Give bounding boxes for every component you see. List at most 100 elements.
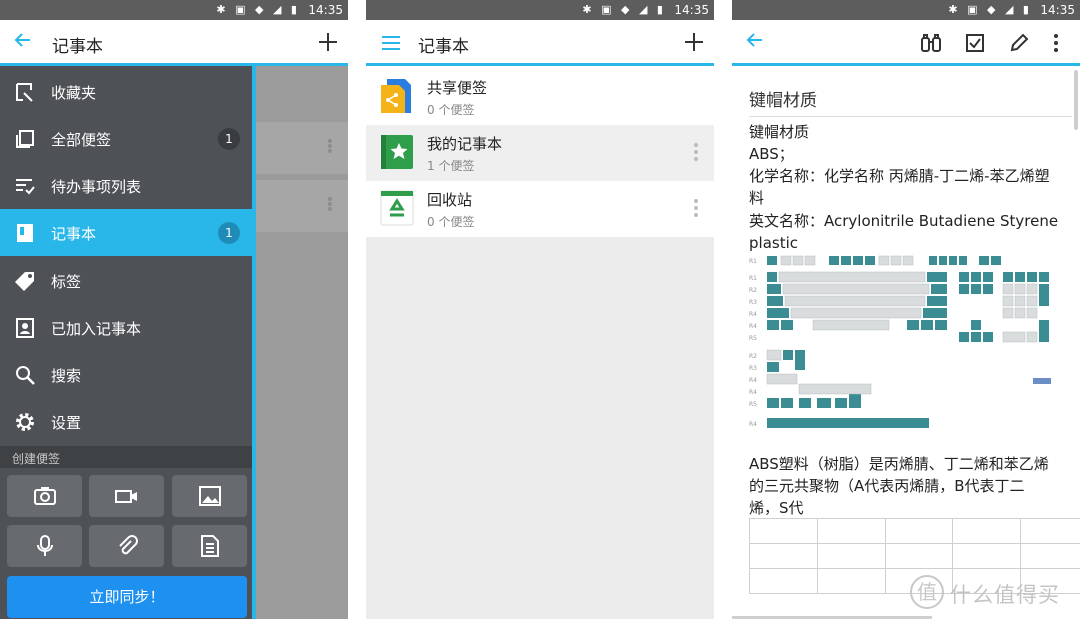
note-text-line: 烯，S代 <box>749 499 804 517</box>
create-image-button[interactable] <box>172 475 247 517</box>
tag-icon <box>15 272 34 291</box>
notebook-item-shared[interactable]: 共享便签 0 个便签 <box>366 69 714 125</box>
shared-notes-icon <box>381 79 411 113</box>
notebook-name: 回收站 <box>427 191 473 209</box>
note-text-line: ABS塑料（树脂）是丙烯腈、丁二烯和苯乙烯 <box>749 455 1049 473</box>
dimmed-row: • • • <box>256 180 348 232</box>
favorites-icon <box>16 83 33 102</box>
more-icon[interactable] <box>694 199 698 220</box>
add-icon[interactable] <box>684 32 704 52</box>
svg-text:R1: R1 <box>749 258 757 265</box>
drawer-edge <box>252 66 256 619</box>
panel-drawer-open: ✱ ▣ ◆ ◢ ▮ 14:35 记事本 • • • • • • 收藏夹 全部便签 1 <box>0 0 348 619</box>
drawer-item-search[interactable]: 搜索 <box>0 351 252 398</box>
drawer-item-todo[interactable]: 待办事项列表 <box>0 162 252 209</box>
notebook-star-icon <box>381 135 413 169</box>
screenshot-root: ✱ ▣ ◆ ◢ ▮ 14:35 记事本 • • • • • • 收藏夹 全部便签 1 <box>0 0 1080 619</box>
notebook-item-mine[interactable]: 我的记事本 1 个便签 <box>366 125 714 181</box>
svg-text:R4: R4 <box>749 323 757 330</box>
note-text-line: 键帽材质 <box>749 123 810 141</box>
count-badge: 1 <box>218 128 240 150</box>
drawer-item-tags[interactable]: 标签 <box>0 257 252 304</box>
note-text-line: 的三元共聚物（A代表丙烯腈，B代表丁二 <box>749 477 1025 495</box>
more-icon[interactable] <box>694 143 698 164</box>
more-icon: • • • <box>325 134 334 160</box>
create-text-button[interactable] <box>172 525 247 567</box>
svg-text:R4: R4 <box>749 377 757 384</box>
create-audio-button[interactable] <box>7 525 82 567</box>
status-time: 14:35 <box>674 3 709 17</box>
watermark-logo: 值 <box>910 575 944 609</box>
svg-text:R3: R3 <box>749 365 757 372</box>
notebook-item-trash[interactable]: 回收站 0 个便签 <box>366 181 714 237</box>
gear-icon <box>16 413 34 431</box>
todo-list-icon <box>16 179 35 195</box>
back-arrow-icon[interactable] <box>12 29 34 51</box>
status-icons: ✱ ▣ ◆ ◢ ▮ <box>582 3 666 16</box>
svg-text:R4: R4 <box>749 311 757 318</box>
vertical-scrollbar[interactable] <box>1074 70 1078 130</box>
camera-icon <box>34 487 56 505</box>
status-bar: ✱ ▣ ◆ ◢ ▮ 14:35 <box>366 0 714 20</box>
svg-text:R5: R5 <box>749 335 757 342</box>
note-text-line: 英文名称：Acrylonitrile Butadiene Styrene <box>749 212 1059 230</box>
svg-text:R4: R4 <box>749 421 757 428</box>
note-text-line: plastic <box>749 234 798 252</box>
page-title: 记事本 <box>52 37 103 57</box>
status-bar: ✱ ▣ ◆ ◢ ▮ 14:35 <box>732 0 1080 20</box>
drawer-item-favorites[interactable]: 收藏夹 <box>0 68 252 115</box>
drawer-label: 全部便签 <box>51 131 112 149</box>
drawer-label: 搜索 <box>51 367 82 385</box>
status-bar: ✱ ▣ ◆ ◢ ▮ 14:35 <box>0 0 348 20</box>
status-icons: ✱ ▣ ◆ ◢ ▮ <box>948 3 1032 16</box>
divider <box>749 116 1072 117</box>
drawer-label: 设置 <box>51 414 82 432</box>
drawer-label: 已加入记事本 <box>51 320 142 338</box>
panel-note-view: ✱ ▣ ◆ ◢ ▮ 14:35 键帽材质 键帽材质 ABS； 化学名称：化学名称… <box>732 0 1080 619</box>
app-bar <box>732 20 1080 66</box>
search-icon <box>16 366 35 385</box>
drawer-item-all-notes[interactable]: 全部便签 1 <box>0 115 252 162</box>
notebook-count: 1 个便签 <box>427 159 475 173</box>
app-bar: 记事本 <box>366 20 714 66</box>
notebook-icon <box>17 224 33 242</box>
page-title: 记事本 <box>418 37 469 57</box>
binoculars-icon[interactable] <box>920 32 942 54</box>
all-notes-icon <box>16 130 34 148</box>
keycap-layout-image: R1 R1 R2 R3 R4 R4 R5 R2 R3 R4 R4 R5 R4 <box>749 255 1051 428</box>
create-video-button[interactable] <box>89 475 164 517</box>
svg-text:R3: R3 <box>749 299 757 306</box>
status-icons: ✱ ▣ ◆ ◢ ▮ <box>216 3 300 16</box>
sync-now-button[interactable]: 立即同步！ <box>7 576 247 618</box>
count-badge: 1 <box>218 222 240 244</box>
drawer-item-joined-notebooks[interactable]: 已加入记事本 <box>0 304 252 351</box>
checkbox-icon[interactable] <box>964 32 986 54</box>
svg-text:R1: R1 <box>749 275 757 282</box>
drawer-item-notebook[interactable]: 记事本 1 <box>0 209 252 256</box>
note-text-line: ABS； <box>749 145 794 163</box>
notebook-count: 0 个便签 <box>427 103 475 117</box>
drawer-item-settings[interactable]: 设置 <box>0 398 252 445</box>
drawer-label: 待办事项列表 <box>51 178 142 196</box>
back-arrow-icon[interactable] <box>744 29 766 51</box>
status-time: 14:35 <box>308 3 343 17</box>
notebook-name: 我的记事本 <box>427 135 503 153</box>
drawer-label: 记事本 <box>51 225 97 243</box>
dimmed-row: • • • <box>256 122 348 174</box>
notebook-count: 0 个便签 <box>427 215 475 229</box>
note-title: 键帽材质 <box>749 91 817 111</box>
app-bar: 记事本 <box>0 20 348 66</box>
create-photo-button[interactable] <box>7 475 82 517</box>
svg-text:R2: R2 <box>749 353 757 360</box>
drawer-label: 收藏夹 <box>51 84 97 102</box>
menu-icon[interactable] <box>382 36 400 50</box>
video-camera-icon <box>115 490 137 503</box>
pencil-icon[interactable] <box>1008 32 1030 54</box>
create-attachment-button[interactable] <box>89 525 164 567</box>
document-icon <box>201 535 219 557</box>
more-vertical-icon[interactable] <box>1050 32 1062 54</box>
microphone-icon <box>37 535 53 556</box>
note-text-line: 化学名称：化学名称 丙烯腈-丁二烯-苯乙烯塑 <box>749 167 1050 185</box>
recycle-bin-icon <box>380 190 414 226</box>
add-icon[interactable] <box>318 32 338 52</box>
